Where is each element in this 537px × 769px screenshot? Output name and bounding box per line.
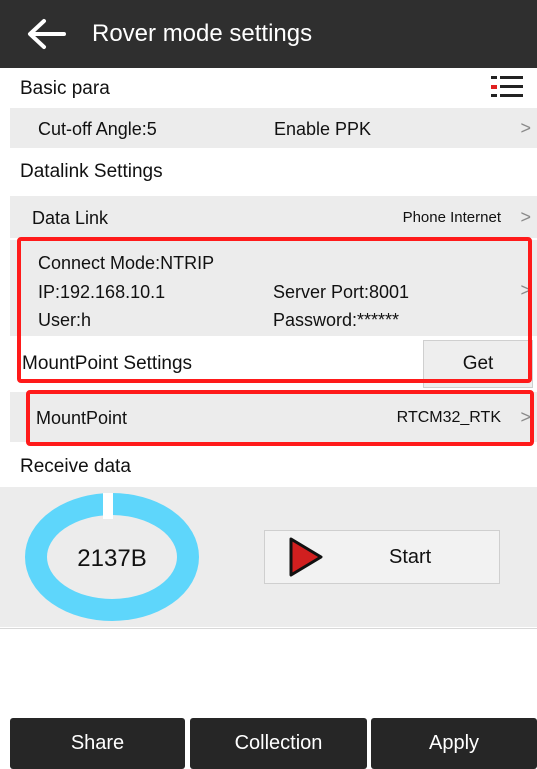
datalink-settings-header: Datalink Settings <box>0 150 537 192</box>
apply-button[interactable]: Apply <box>371 718 537 769</box>
mountpoint-label: MountPoint <box>36 408 128 428</box>
chevron-right-icon: > <box>520 207 531 227</box>
receive-data-header: Receive data <box>0 446 537 486</box>
list-icon[interactable] <box>489 72 525 102</box>
server-port-label: Server Port:8001 <box>273 282 410 302</box>
basic-para-title: Basic para <box>20 78 110 99</box>
play-icon <box>289 537 323 577</box>
password-label: Password:****** <box>273 310 400 330</box>
cutoff-angle-row[interactable]: Cut-off Angle:5 Enable PPK > <box>10 108 537 148</box>
mountpoint-settings-title: MountPoint Settings <box>22 353 193 374</box>
share-button[interactable]: Share <box>10 718 185 769</box>
chevron-right-icon: > <box>520 280 531 300</box>
data-link-row[interactable]: Data Link Phone Internet > <box>10 196 537 238</box>
receive-data-panel: 2137B Start <box>0 487 537 627</box>
received-bytes: 2137B <box>77 545 146 572</box>
receive-data-title: Receive data <box>20 456 131 477</box>
page-title: Rover mode settings <box>92 20 313 47</box>
data-link-value: Phone Internet <box>402 209 501 226</box>
data-link-label: Data Link <box>32 208 109 228</box>
get-button[interactable]: Get <box>423 340 533 388</box>
collection-button[interactable]: Collection <box>190 718 367 769</box>
arrow-left-icon[interactable] <box>26 18 66 50</box>
enable-ppk-label: Enable PPK <box>274 119 372 139</box>
data-ring-chart: 2137B <box>25 493 199 621</box>
cutoff-angle-label: Cut-off Angle:5 <box>38 119 157 139</box>
user-label: User:h <box>38 310 92 330</box>
title-bar: Rover mode settings <box>0 0 537 68</box>
basic-para-header: Basic para <box>0 68 537 108</box>
ip-label: IP:192.168.10.1 <box>38 282 166 302</box>
ntrip-connection-row[interactable]: Connect Mode:NTRIP IP:192.168.10.1 Serve… <box>10 240 537 336</box>
start-button[interactable]: Start <box>264 530 500 584</box>
start-label: Start <box>389 546 432 568</box>
datalink-settings-title: Datalink Settings <box>20 161 163 182</box>
mountpoint-row[interactable]: MountPoint RTCM32_RTK > <box>10 392 537 442</box>
chevron-right-icon: > <box>520 118 531 138</box>
connect-mode-label: Connect Mode:NTRIP <box>38 253 215 273</box>
mountpoint-value: RTCM32_RTK <box>396 409 501 426</box>
divider <box>0 628 537 629</box>
chevron-right-icon: > <box>520 407 531 427</box>
